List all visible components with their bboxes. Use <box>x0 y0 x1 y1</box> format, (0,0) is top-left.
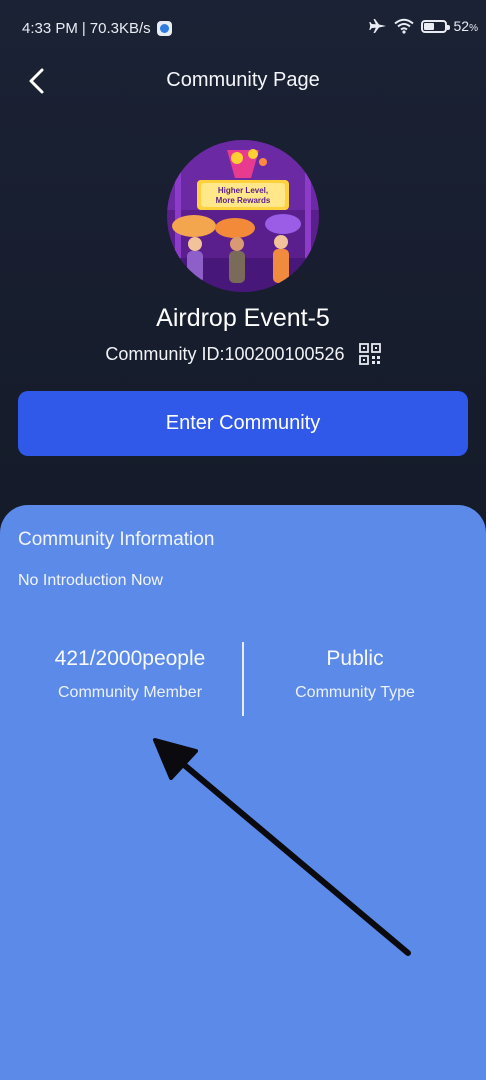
member-count: 421/2000people <box>54 647 206 670</box>
page-title: Community Page <box>166 69 320 91</box>
avatar-illustration: Higher Level, More Rewards <box>167 140 319 292</box>
airplane-mode-icon <box>368 19 386 33</box>
community-id-row: Community ID:100200100526 <box>0 343 486 365</box>
avatar-caption-line2: More Rewards <box>216 196 271 205</box>
status-left: 4:33 PM | 70.3KB/s <box>22 20 172 37</box>
wifi-icon <box>393 18 414 34</box>
community-member-stat: 421/2000people Community Member <box>9 647 251 702</box>
status-time: 4:33 PM <box>22 20 78 37</box>
avatar-caption-line1: Higher Level, <box>218 186 268 195</box>
community-info-card: Community Information No Introduction No… <box>0 505 486 1080</box>
community-introduction: No Introduction Now <box>18 572 163 589</box>
annotation-arrow <box>153 738 411 956</box>
status-bar: 4:33 PM | 70.3KB/s 52% <box>0 0 486 58</box>
battery-percent: 52% <box>453 18 478 34</box>
member-label: Community Member <box>57 684 203 701</box>
messenger-notification-icon <box>156 21 172 36</box>
section-title: Community Information <box>18 529 215 550</box>
battery-icon <box>420 19 450 33</box>
status-speed: 70.3KB/s <box>89 20 151 37</box>
status-separator: | <box>81 20 86 37</box>
qr-code-icon[interactable] <box>358 343 381 365</box>
community-avatar: Higher Level, More Rewards <box>167 140 319 292</box>
community-type-value: Public <box>326 647 384 670</box>
community-name: Airdrop Event-5 <box>156 304 330 332</box>
community-type-label: Community Type <box>295 684 415 701</box>
community-id: Community ID:100200100526 <box>105 343 345 364</box>
battery-level <box>423 22 434 30</box>
status-right: 52% <box>368 18 478 34</box>
enter-community-button[interactable]: Enter Community <box>18 391 468 456</box>
community-type-stat: Public Community Type <box>234 647 476 702</box>
